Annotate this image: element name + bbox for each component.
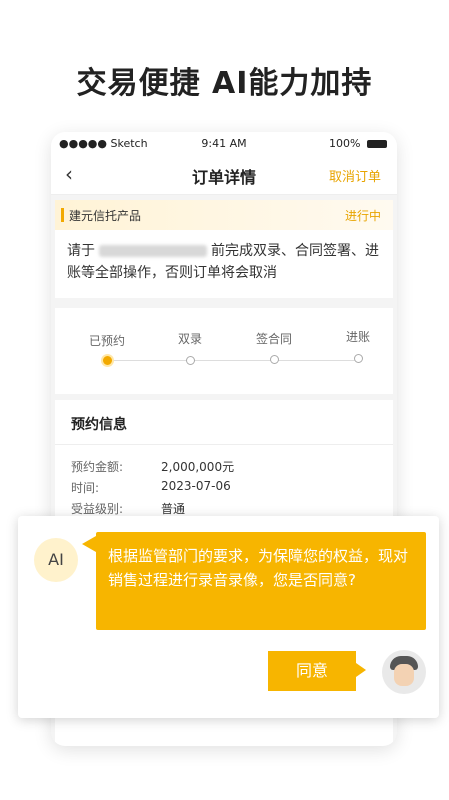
step-contract: 签合同 <box>239 330 309 347</box>
step-label: 已预约 <box>88 334 125 348</box>
agree-label: 同意 <box>295 661 328 680</box>
product-card: 建元信托产品 进行中 请于 前完成双录、合同签署、进账等全部操作，否则订单将会取消 <box>55 200 393 298</box>
step-dot <box>270 355 279 364</box>
nav-bar: ‹ 订单详情 取消订单 <box>51 154 397 195</box>
progress-steps: 已预约 双录 签合同 进账 <box>55 308 393 394</box>
message-prefix: 请于 <box>67 243 95 259</box>
info-row-time: 时间: 2023-07-06 <box>71 479 231 496</box>
step-reserved: 已预约 <box>72 332 142 349</box>
ai-message-text: 根据监管部门的要求，为保障您的权益，现对销售过程进行录音录像，您是否同意? <box>108 547 409 589</box>
info-row-amount: 预约金额: 2,000,000元 <box>71 458 234 475</box>
avatar-face <box>394 664 414 686</box>
battery-label: 100% <box>329 137 361 150</box>
step-dot-active <box>101 354 114 367</box>
step-dot <box>186 356 195 365</box>
info-row-level: 受益级别: 普通 <box>71 500 185 517</box>
progress-line <box>105 360 355 361</box>
cancel-order-button[interactable]: 取消订单 <box>329 166 381 185</box>
accent-bar <box>61 208 64 222</box>
section-title: 预约信息 <box>71 417 127 433</box>
info-value: 2,000,000元 <box>161 460 235 474</box>
step-label: 进账 <box>345 330 370 344</box>
status-badge: 进行中 <box>344 209 381 223</box>
battery-icon <box>367 140 387 148</box>
agree-button[interactable]: 同意 <box>268 651 366 691</box>
status-bar: ●●●●● Sketch 9:41 AM 100% <box>51 132 397 154</box>
step-dual-record: 双录 <box>155 330 225 347</box>
ai-avatar: AI <box>34 538 78 582</box>
step-label: 签合同 <box>255 332 292 346</box>
info-label: 受益级别: <box>71 502 124 516</box>
divider <box>55 444 393 445</box>
info-value: 2023-07-06 <box>161 479 231 493</box>
info-label: 预约金额: <box>71 460 124 474</box>
redacted-date <box>99 245 207 257</box>
bubble-tail <box>82 536 96 552</box>
step-deposit: 进账 <box>323 328 393 345</box>
info-label: 时间: <box>71 481 100 495</box>
product-name: 建元信托产品 <box>69 209 142 223</box>
user-avatar <box>382 650 426 694</box>
step-dot <box>354 354 363 363</box>
headline: 交易便捷 AI能力加持 <box>76 66 373 101</box>
bubble-tail <box>356 663 366 677</box>
info-value: 普通 <box>161 502 186 516</box>
battery-indicator: 100% <box>329 137 387 150</box>
ai-message-bubble: 根据监管部门的要求，为保障您的权益，现对销售过程进行录音录像，您是否同意? <box>82 532 426 630</box>
deadline-message: 请于 前完成双录、合同签署、进账等全部操作，否则订单将会取消 <box>55 230 393 294</box>
product-card-header: 建元信托产品 进行中 <box>55 200 393 230</box>
step-label: 双录 <box>177 332 202 346</box>
